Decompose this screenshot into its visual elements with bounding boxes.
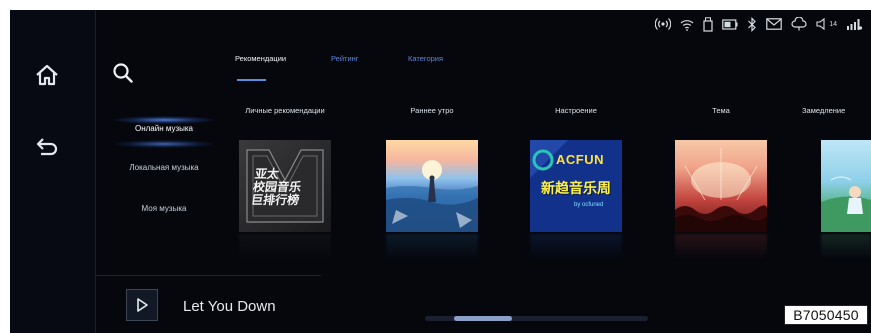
cover-text: 新趋音乐周 [541, 181, 611, 197]
home-icon [36, 64, 58, 86]
tab-recommendations[interactable]: Рекомендации [235, 54, 286, 63]
active-glow [114, 140, 214, 148]
sidebar-item-local-music[interactable]: Локальная музыка [106, 151, 222, 185]
message-icon [766, 18, 783, 30]
card-title[interactable]: Тема [675, 106, 767, 116]
radio-signal-icon [655, 17, 672, 31]
scrollbar-thumb[interactable] [453, 316, 512, 321]
cover-art-anime [821, 176, 871, 232]
left-rail [10, 10, 96, 333]
cover-theme[interactable] [675, 140, 767, 232]
volume-indicator: 14 [816, 18, 837, 30]
cover-personal-recommendations[interactable]: 亚太 校园音乐 巨排行榜 [239, 140, 331, 232]
cover-reflection [386, 234, 478, 260]
volume-icon [816, 18, 825, 30]
status-bar: 14 [655, 14, 863, 34]
sidebar-item-online-music[interactable]: Онлайн музыка [106, 112, 222, 148]
mini-player: Let You Down [96, 275, 321, 333]
cover-subtext: by ocfuned [574, 202, 604, 208]
tab-category[interactable]: Категория [408, 54, 443, 63]
sidebar-item-label: Онлайн музыка [135, 124, 193, 133]
card-title[interactable]: Личные рекомендации [239, 106, 331, 116]
sidebar-item-my-music[interactable]: Моя музыка [106, 192, 222, 226]
play-button[interactable] [126, 289, 158, 321]
play-icon [137, 298, 148, 312]
sidebar-item-label: Локальная музыка [129, 163, 199, 172]
cover-reflection [675, 234, 767, 260]
cover-slowdown[interactable] [821, 140, 871, 232]
back-icon [36, 138, 58, 156]
cover-early-morning[interactable] [386, 140, 478, 232]
cover-text: 亚太 校园音乐 巨排行榜 [250, 167, 303, 207]
cover-reflection [530, 234, 622, 260]
search-button[interactable] [112, 62, 134, 84]
sidebar-item-label: Моя музыка [141, 204, 187, 213]
back-button[interactable] [28, 128, 66, 166]
card-title[interactable]: Раннее утро [386, 106, 478, 116]
infotainment-screen: Онлайн музыка Локальная музыка Моя музык… [10, 10, 871, 333]
tab-rating[interactable]: Рейтинг [331, 54, 359, 63]
cover-logo: ACFUN [556, 152, 604, 167]
carousel-scrollbar[interactable] [425, 316, 648, 321]
volume-level: 14 [829, 20, 837, 28]
active-tab-underline [237, 79, 266, 81]
battery-icon [722, 18, 738, 30]
card-title[interactable]: Замедление [802, 106, 871, 116]
cellular-signal-icon [846, 17, 863, 31]
card-title[interactable]: Настроение [530, 106, 622, 116]
home-button[interactable] [28, 56, 66, 94]
now-playing-title[interactable]: Let You Down [183, 298, 276, 315]
bluetooth-icon [747, 16, 757, 32]
active-glow [114, 116, 214, 124]
cover-reflection [239, 234, 331, 260]
cloud-icon [791, 17, 807, 31]
cover-mood[interactable]: ACFUN 新趋音乐周 by ocfuned [530, 140, 622, 232]
usb-icon [703, 16, 713, 32]
cover-art-scene [386, 160, 478, 232]
cover-art-concert [675, 148, 767, 232]
watermark-code: B7050450 [784, 305, 868, 325]
wifi-icon [680, 18, 694, 31]
cover-reflection [821, 234, 871, 260]
search-icon [113, 63, 133, 83]
